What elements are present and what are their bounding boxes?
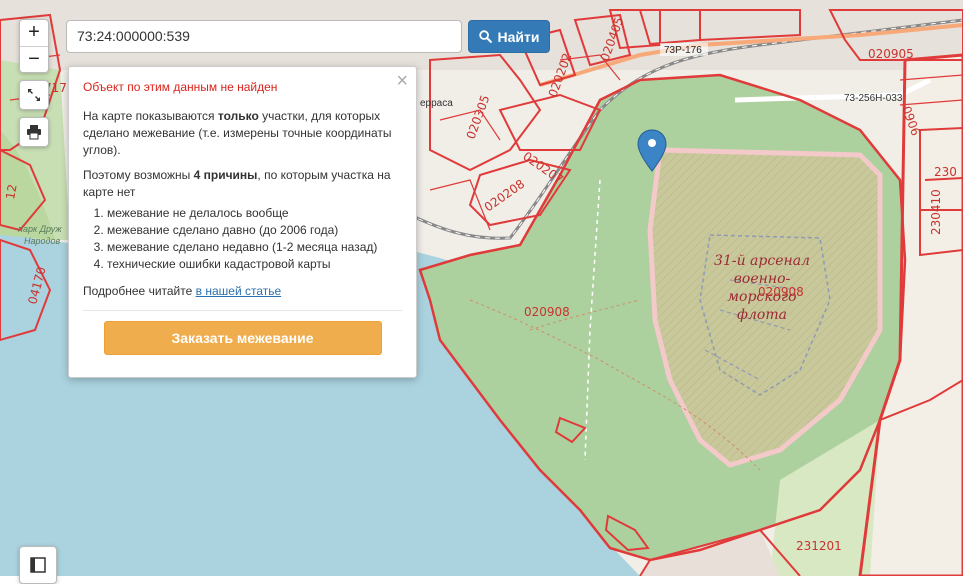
info-paragraph-1: На карте показываются только участки, дл…: [83, 109, 392, 157]
parcel-label-020908: 020908: [524, 305, 570, 319]
not-found-popup: × Объект по этим данным не найден На кар…: [68, 66, 417, 378]
error-message: Объект по этим данным не найден: [83, 80, 278, 94]
cadastral-search-input[interactable]: 73:24:000000:539: [66, 20, 462, 53]
layers-icon: [30, 557, 46, 573]
search-button-label: Найти: [497, 28, 540, 45]
reasons-list: межевание не делалось вообще межевание с…: [83, 205, 402, 273]
printer-icon: [27, 125, 41, 140]
info-paragraph-2: Поэтому возможны 4 причины, по которым у…: [83, 168, 391, 199]
close-icon[interactable]: ×: [396, 69, 408, 93]
more-info: Подробнее читайте в нашей статье: [83, 284, 282, 298]
search-icon: [478, 30, 492, 43]
fullscreen-icon: [28, 89, 40, 101]
reason-item: межевание сделано давно (до 2006 года): [107, 222, 402, 239]
parcel-label-230: 230: [934, 165, 957, 179]
zoom-in-button[interactable]: +: [20, 20, 48, 47]
divider: [83, 310, 402, 311]
parcel-label-230410: 230410: [929, 189, 943, 235]
road-label-73-256: 73-256Н-033: [844, 93, 903, 104]
zoom-control: + −: [19, 19, 49, 73]
fullscreen-button[interactable]: [19, 80, 49, 110]
reason-item: межевание не делалось вообще: [107, 205, 402, 222]
poi-label-line2: военно-: [734, 271, 791, 287]
search-button[interactable]: Найти: [468, 20, 550, 53]
zoom-out-button[interactable]: −: [20, 47, 48, 73]
article-link[interactable]: в нашей статье: [196, 284, 282, 298]
park-label-2: Народов: [24, 236, 60, 246]
park-label-1: парк Друж: [18, 224, 62, 234]
poi-label-line3: морского: [727, 289, 796, 305]
reason-item: межевание сделано недавно (1-2 месяца на…: [107, 239, 402, 256]
order-survey-button[interactable]: Заказать межевание: [103, 321, 382, 355]
print-button[interactable]: [19, 117, 49, 147]
terrace-label: ерраса: [420, 98, 453, 109]
layers-button[interactable]: [19, 546, 57, 584]
parcel-label-12: 12: [3, 183, 19, 200]
reason-item: технические ошибки кадастровой карты: [107, 256, 402, 273]
parcel-label-020905: 020905: [868, 47, 914, 61]
road-label-73p176-text: 73Р-176: [664, 45, 702, 56]
poi-label-line1: 31-й арсенал: [714, 253, 810, 269]
parcel-label-231201: 231201: [796, 539, 842, 553]
poi-label-line4: флота: [737, 307, 787, 323]
